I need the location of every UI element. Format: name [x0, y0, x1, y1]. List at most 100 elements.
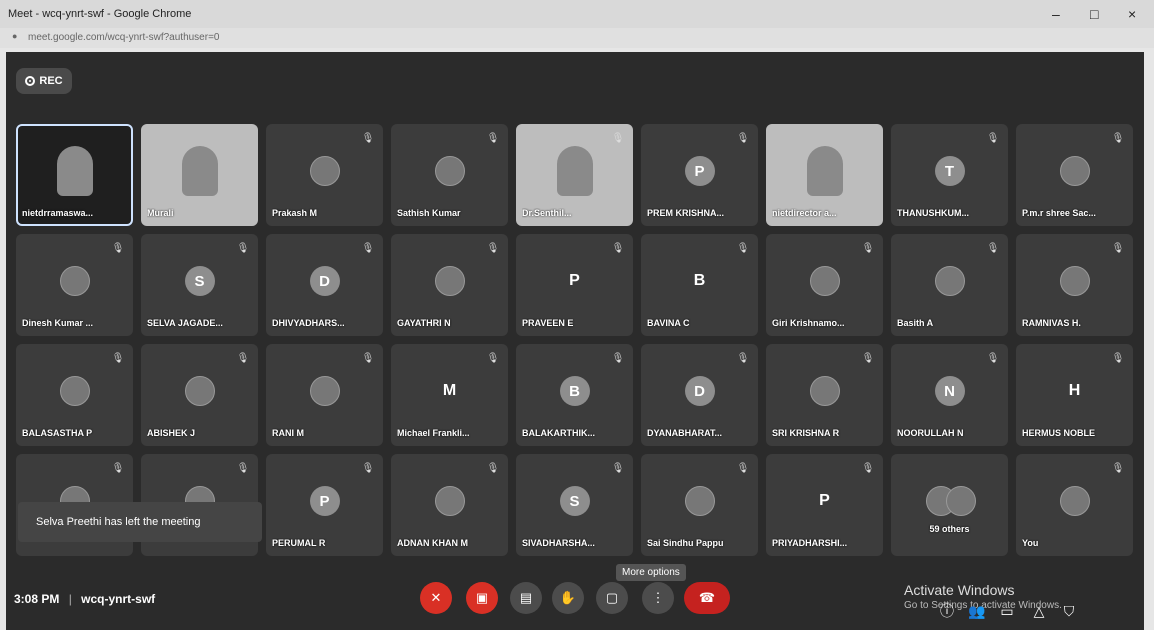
participant-tile[interactable]: S 🎙 SIVADHARSHA...: [516, 454, 633, 556]
more-options-tooltip: More options: [616, 564, 686, 581]
participant-tile[interactable]: N 🎙 NOORULLAH N: [891, 344, 1008, 446]
participant-tile[interactable]: T 🎙 THANUSHKUM...: [891, 124, 1008, 226]
participant-name: BAVINA C: [647, 318, 690, 328]
avatar-initial: H: [1068, 382, 1081, 399]
participant-tile[interactable]: 59 others: [891, 454, 1008, 556]
participant-tile[interactable]: 🎙 P.m.r shree Sac...: [1016, 124, 1133, 226]
participant-name: 59 others: [929, 524, 970, 534]
more-options-icon[interactable]: ⋮: [642, 582, 674, 614]
participant-tile[interactable]: nietdirector a...: [766, 124, 883, 226]
address-bar[interactable]: ● meet.google.com/wcq-ynrt-swf?authuser=…: [0, 28, 1154, 48]
mic-muted-icon: 🎙: [111, 243, 125, 254]
participant-tile[interactable]: D 🎙 DYANABHARAT...: [641, 344, 758, 446]
mic-muted-icon: 🎙: [486, 353, 500, 364]
participant-tile[interactable]: P 🎙 PRIYADHARSHI...: [766, 454, 883, 556]
participant-tile[interactable]: B 🎙 BALAKARTHIK...: [516, 344, 633, 446]
window-title: Meet - wcq-ynrt-swf - Google Chrome: [8, 8, 192, 20]
participant-tile[interactable]: P 🎙 PERUMAL R: [266, 454, 383, 556]
participant-name: Giri Krishnamo...: [772, 318, 845, 328]
participant-name: Dr.Senthil...: [522, 208, 572, 218]
avatar: [434, 156, 465, 186]
participant-tile[interactable]: 🎙 Dinesh Kumar ...: [16, 234, 133, 336]
participant-tile[interactable]: 🎙 BALASASTHA P: [16, 344, 133, 446]
mic-muted-icon: 🎙: [736, 463, 750, 474]
mic-muted-icon: 🎙: [861, 243, 875, 254]
mic-muted-icon: 🎙: [1111, 353, 1125, 364]
avatar: [1059, 266, 1090, 296]
people-icon[interactable]: 👥: [966, 600, 988, 622]
participant-name: PERUMAL R: [272, 538, 326, 548]
participant-tile[interactable]: S 🎙 SELVA JAGADE...: [141, 234, 258, 336]
host-controls-icon[interactable]: ⛉: [1058, 600, 1080, 622]
notification-toast: Selva Preethi has left the meeting: [18, 502, 262, 542]
participant-name: P.m.r shree Sac...: [1022, 208, 1096, 218]
present-icon[interactable]: ▢: [596, 582, 628, 614]
avatar: [434, 486, 465, 516]
video-feed: [56, 146, 93, 196]
participant-tile[interactable]: 🎙 RANI M: [266, 344, 383, 446]
minimize-icon[interactable]: –: [1052, 6, 1060, 22]
mic-muted-icon: 🎙: [736, 133, 750, 144]
participant-tile[interactable]: 🎙 Dr.Senthil...: [516, 124, 633, 226]
participant-tile[interactable]: 🎙 ADNAN KHAN M: [391, 454, 508, 556]
mic-muted-icon: 🎙: [361, 243, 375, 254]
participant-tile[interactable]: 🎙 Prakash M: [266, 124, 383, 226]
chat-icon[interactable]: ▭: [996, 600, 1018, 622]
participant-tile[interactable]: 🎙 Giri Krishnamo...: [766, 234, 883, 336]
participant-tile[interactable]: M 🎙 Michael Frankli...: [391, 344, 508, 446]
mic-muted-icon: 🎙: [111, 463, 125, 474]
avatar: [684, 486, 715, 516]
participant-name: NOORULLAH N: [897, 428, 964, 438]
participant-name: PRAVEEN E: [522, 318, 574, 328]
participant-tile[interactable]: 🎙 Sai Sindhu Pappu: [641, 454, 758, 556]
participant-name: THANUSHKUM...: [897, 208, 969, 218]
raise-hand-icon[interactable]: ✋: [552, 582, 584, 614]
participant-tile[interactable]: B 🎙 BAVINA C: [641, 234, 758, 336]
recording-indicator[interactable]: REC: [16, 68, 72, 94]
mic-muted-icon: 🎙: [486, 463, 500, 474]
mic-muted-icon: 🎙: [486, 243, 500, 254]
mic-muted-icon: 🎙: [111, 353, 125, 364]
participant-name: ABISHEK J: [147, 428, 196, 438]
camera-off-icon[interactable]: ▣: [466, 582, 498, 614]
avatar: P: [684, 156, 715, 186]
meeting-code[interactable]: wcq-ynrt-swf: [81, 592, 155, 606]
participant-tile[interactable]: 🎙 RAMNIVAS H.: [1016, 234, 1133, 336]
participant-tile[interactable]: 🎙 Sathish Kumar: [391, 124, 508, 226]
url-text[interactable]: meet.google.com/wcq-ynrt-swf?authuser=0: [28, 32, 219, 43]
close-icon[interactable]: ×: [1128, 6, 1136, 22]
participant-tile[interactable]: D 🎙 DHIVYADHARS...: [266, 234, 383, 336]
participant-name: You: [1022, 538, 1039, 548]
avatar: [434, 266, 465, 296]
mic-muted-icon: 🎙: [1111, 243, 1125, 254]
mic-muted-icon: 🎙: [861, 353, 875, 364]
participant-tile[interactable]: H 🎙 HERMUS NOBLE: [1016, 344, 1133, 446]
participant-name: BALASASTHA P: [22, 428, 93, 438]
avatar-initial: P: [819, 492, 830, 509]
participant-name: Murali: [147, 208, 174, 218]
meeting-info: 3:08 PM | wcq-ynrt-swf: [14, 592, 155, 606]
info-icon[interactable]: ⓘ: [936, 600, 958, 622]
participant-name: Dinesh Kumar ...: [22, 318, 94, 328]
mic-muted-icon: 🎙: [986, 133, 1000, 144]
participant-tile[interactable]: P 🎙 PRAVEEN E: [516, 234, 633, 336]
captions-icon[interactable]: ▤: [510, 582, 542, 614]
participant-tile[interactable]: 🎙 SRI KRISHNA R: [766, 344, 883, 446]
end-call-icon[interactable]: ☎: [684, 582, 730, 614]
avatar: [184, 376, 215, 406]
maximize-icon[interactable]: □: [1090, 6, 1098, 22]
participant-tile[interactable]: 🎙 ABISHEK J: [141, 344, 258, 446]
participant-tile[interactable]: 🎙 GAYATHRI N: [391, 234, 508, 336]
activities-icon[interactable]: △: [1028, 600, 1050, 622]
participant-tile[interactable]: Murali: [141, 124, 258, 226]
avatar: S: [559, 486, 590, 516]
avatar: [809, 266, 840, 296]
participant-tile[interactable]: nietdrramaswa...: [16, 124, 133, 226]
mic-off-icon[interactable]: ✕: [420, 582, 452, 614]
participant-name: nietdrramaswa...: [22, 208, 94, 218]
participant-tile[interactable]: 🎙 Basith A: [891, 234, 1008, 336]
participant-name: SIVADHARSHA...: [522, 538, 595, 548]
clock-time: 3:08 PM: [14, 592, 60, 606]
participant-tile[interactable]: 🎙 You: [1016, 454, 1133, 556]
participant-tile[interactable]: P 🎙 PREM KRISHNA...: [641, 124, 758, 226]
